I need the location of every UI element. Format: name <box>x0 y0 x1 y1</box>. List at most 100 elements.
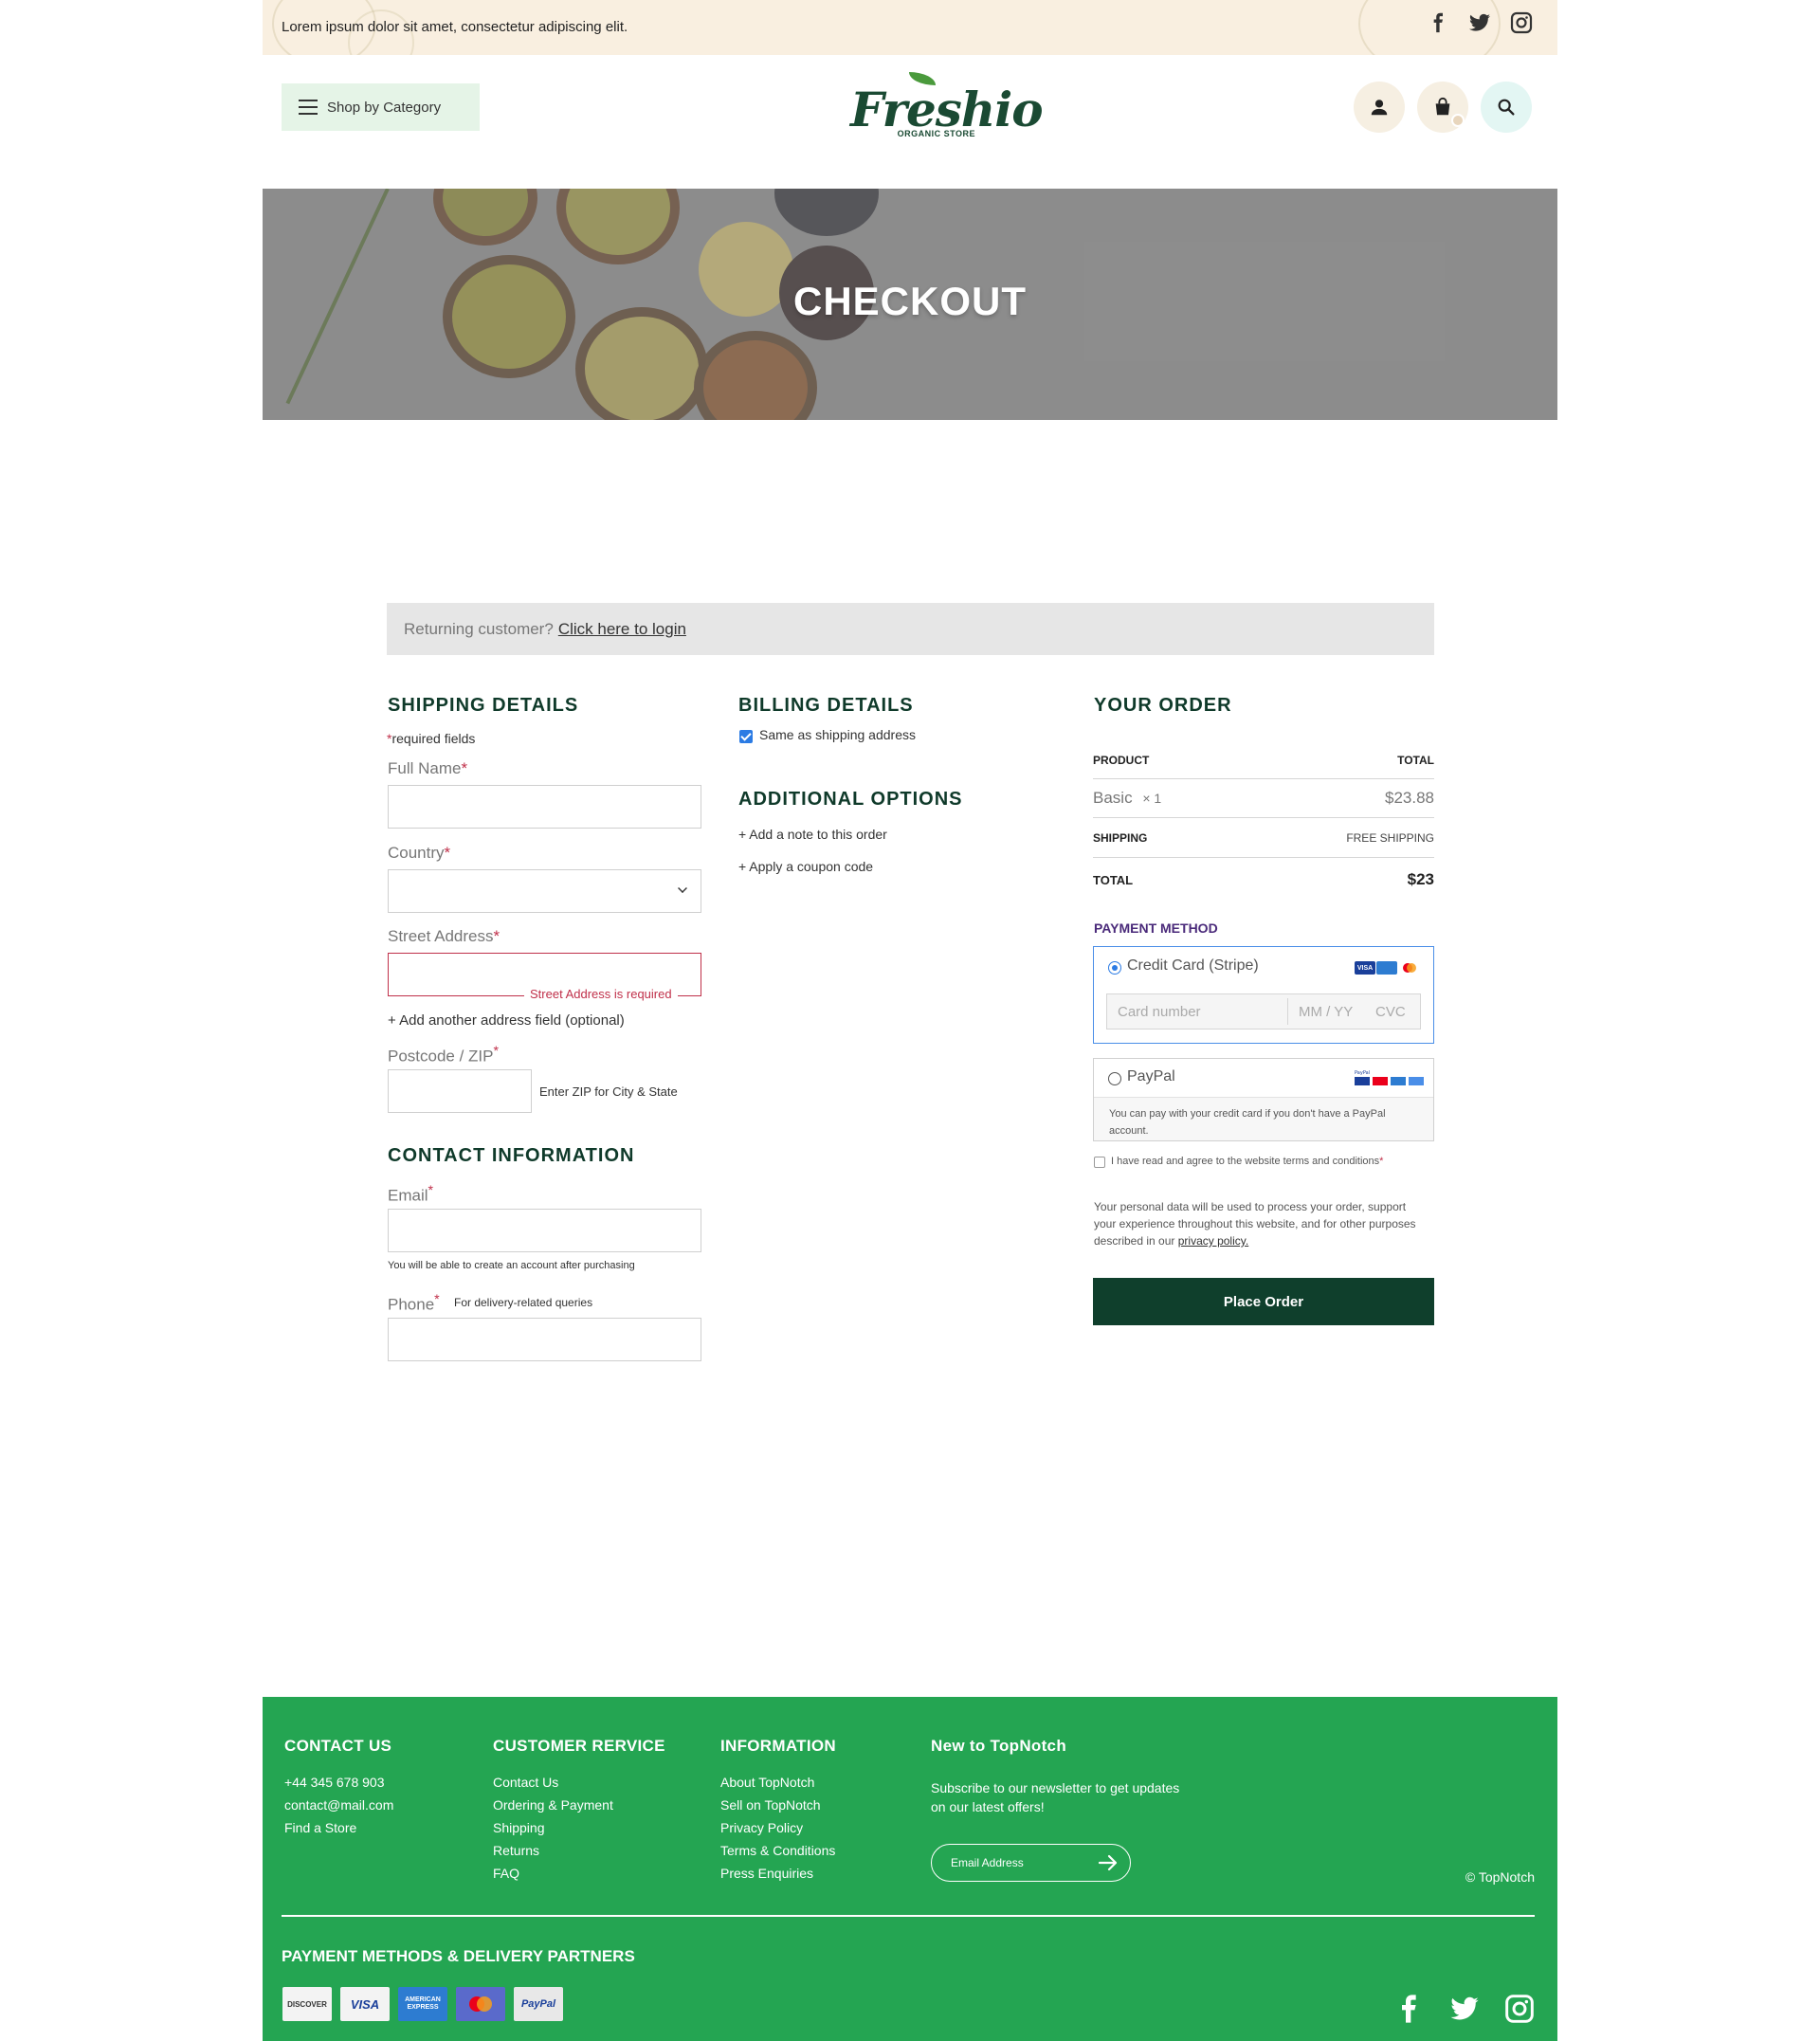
divider <box>1093 817 1434 818</box>
footer-service-column: CUSTOMER RERVICE Contact Us Ordering & P… <box>493 1737 665 1885</box>
paypal-option[interactable]: PayPal PayPal You can pay with your cred… <box>1093 1058 1434 1141</box>
footer-link-returns[interactable]: Returns <box>493 1839 665 1862</box>
apply-coupon-link[interactable]: + Apply a coupon code <box>738 859 873 874</box>
credit-card-option[interactable]: Credit Card (Stripe) VISA Card number MM… <box>1093 946 1434 1044</box>
search-button[interactable] <box>1481 82 1532 133</box>
footer-find-store-link[interactable]: Find a Store <box>284 1816 393 1839</box>
instagram-icon[interactable] <box>1504 1994 1535 2024</box>
arrow-right-icon[interactable] <box>1098 1853 1119 1872</box>
newsletter-email-input[interactable]: Email Address <box>931 1844 1131 1882</box>
mastercard-icon <box>1399 961 1420 975</box>
announcement-text: Lorem ipsum dolor sit amet, consectetur … <box>282 19 628 35</box>
footer-link-ordering-payment[interactable]: Ordering & Payment <box>493 1794 665 1816</box>
discover-logo-icon: DISCOVER <box>282 1987 332 2021</box>
facebook-icon[interactable] <box>1394 1994 1425 2024</box>
copyright-text: © TopNotch <box>1465 1869 1535 1885</box>
svg-text:PayPal: PayPal <box>1355 1070 1370 1076</box>
footer-link-shipping[interactable]: Shipping <box>493 1816 665 1839</box>
phone-hint: For delivery-related queries <box>454 1296 593 1309</box>
chevron-down-icon <box>678 884 687 893</box>
returning-customer-text: Returning customer? <box>404 619 554 638</box>
facebook-icon[interactable] <box>1427 11 1449 34</box>
instagram-icon[interactable] <box>1510 11 1533 34</box>
cart-count-badge <box>1451 114 1465 127</box>
order-item-price: $23.88 <box>1385 789 1434 807</box>
privacy-policy-link[interactable]: privacy policy. <box>1178 1234 1248 1248</box>
credit-card-radio[interactable] <box>1108 961 1121 975</box>
account-button[interactable] <box>1354 82 1405 133</box>
card-expiry-input[interactable]: MM / YY <box>1299 1004 1353 1020</box>
footer-phone-link[interactable]: +44 345 678 903 <box>284 1771 393 1794</box>
street-address-label: Street Address* <box>388 927 500 945</box>
footer-link-contact-us[interactable]: Contact Us <box>493 1771 665 1794</box>
menu-icon <box>299 100 318 115</box>
footer-link-faq[interactable]: FAQ <box>493 1862 665 1885</box>
cart-button[interactable] <box>1417 82 1468 133</box>
total-row: TOTAL $23 <box>1093 870 1434 889</box>
paypal-description-panel: You can pay with your credit card if you… <box>1094 1097 1433 1140</box>
total-column-header: TOTAL <box>1397 754 1434 767</box>
privacy-notice: Your personal data will be used to proce… <box>1094 1198 1421 1249</box>
order-item-name: Basic × 1 <box>1093 789 1161 808</box>
same-as-shipping-checkbox[interactable] <box>739 730 753 743</box>
add-order-note-link[interactable]: + Add a note to this order <box>738 827 887 842</box>
twitter-icon[interactable] <box>1468 11 1491 34</box>
newsletter-text: Subscribe to our newsletter to get updat… <box>931 1780 1180 1814</box>
footer-link-terms[interactable]: Terms & Conditions <box>720 1839 836 1862</box>
checkout-hero-banner: CHECKOUT <box>263 189 1557 420</box>
email-label-text: Email <box>388 1186 428 1205</box>
paypal-description: You can pay with your credit card if you… <box>1109 1108 1386 1137</box>
total-label: TOTAL <box>1093 872 1134 887</box>
email-field[interactable] <box>388 1209 701 1252</box>
email-hint: You will be able to create an account af… <box>388 1260 635 1271</box>
shipping-value: FREE SHIPPING <box>1346 831 1434 845</box>
add-address-field-link[interactable]: + Add another address field (optional) <box>388 1012 625 1029</box>
postcode-field[interactable] <box>388 1069 532 1113</box>
order-item-title: Basic <box>1093 789 1133 807</box>
footer-newsletter-column: New to TopNotch Subscribe to our newslet… <box>931 1737 1187 1816</box>
card-cvc-input[interactable]: CVC <box>1375 1004 1406 1020</box>
topbar-social-links <box>1427 11 1533 34</box>
visa-logo-icon: VISA <box>340 1987 390 2021</box>
shop-by-category-button[interactable]: Shop by Category <box>282 83 480 131</box>
visa-card-icon: VISA <box>1355 961 1375 975</box>
full-name-field[interactable] <box>388 785 701 829</box>
footer-link-sell[interactable]: Sell on TopNotch <box>720 1794 836 1816</box>
search-icon <box>1498 99 1515 116</box>
full-name-label-text: Full Name <box>388 759 462 777</box>
divider <box>1287 998 1288 1025</box>
footer-email-link[interactable]: contact@mail.com <box>284 1794 393 1816</box>
your-order-heading: YOUR ORDER <box>1094 695 1232 716</box>
phone-field[interactable] <box>388 1318 701 1361</box>
amex-card-icon <box>1376 961 1397 975</box>
user-icon <box>1371 100 1388 116</box>
footer-link-press[interactable]: Press Enquiries <box>720 1862 836 1885</box>
footer-social-links <box>1394 1994 1535 2024</box>
card-input-group: Card number MM / YY CVC <box>1106 993 1421 1030</box>
terms-checkbox[interactable] <box>1094 1157 1105 1168</box>
top-announcement-bar: Lorem ipsum dolor sit amet, consectetur … <box>263 0 1557 55</box>
returning-customer-bar: Returning customer? Click here to login <box>387 603 1434 655</box>
country-label: Country* <box>388 844 451 862</box>
site-header: Shop by Category Freshio ORGANIC STORE <box>263 55 1557 189</box>
twitter-icon[interactable] <box>1449 1994 1480 2024</box>
footer-link-about[interactable]: About TopNotch <box>720 1771 836 1794</box>
place-order-button[interactable]: Place Order <box>1093 1278 1434 1325</box>
footer-contact-heading: CONTACT US <box>284 1737 392 1755</box>
footer-information-column: INFORMATION About TopNotch Sell on TopNo… <box>720 1737 836 1885</box>
same-as-shipping-label: Same as shipping address <box>759 727 916 742</box>
card-number-input[interactable]: Card number <box>1118 1004 1201 1020</box>
phone-label-text: Phone <box>388 1295 435 1314</box>
amex-logo-icon: AMERICAN EXPRESS <box>398 1987 447 2021</box>
paypal-radio[interactable] <box>1108 1072 1121 1085</box>
product-column-header: PRODUCT <box>1093 754 1150 767</box>
paypal-label: PayPal <box>1127 1068 1175 1084</box>
country-select[interactable] <box>388 869 701 913</box>
site-logo[interactable]: Freshio ORGANIC STORE <box>850 72 1044 148</box>
paypal-logo-icon: PayPal <box>514 1987 563 2021</box>
footer-link-privacy[interactable]: Privacy Policy <box>720 1816 836 1839</box>
privacy-notice-text: Your personal data will be used to proce… <box>1094 1200 1416 1248</box>
billing-details-heading: BILLING DETAILS <box>738 695 914 716</box>
payment-method-heading: PAYMENT METHOD <box>1094 920 1218 936</box>
login-link[interactable]: Click here to login <box>558 620 686 639</box>
